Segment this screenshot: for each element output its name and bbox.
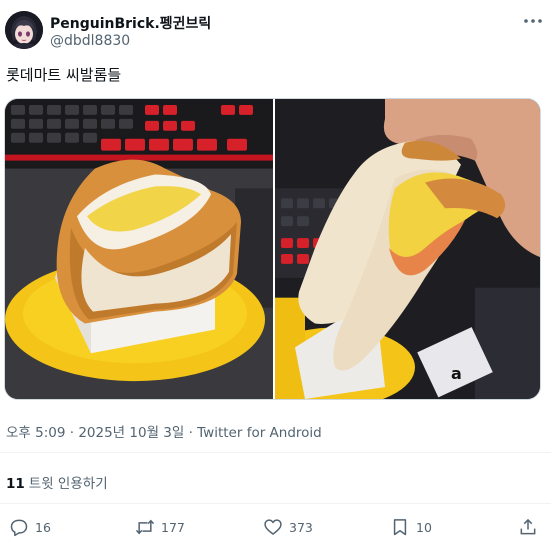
tweet-timestamp[interactable]: 오후 5:09 · 2025년 10월 3일 · Twitter for And… (6, 421, 322, 441)
author-handle[interactable]: @dbdl8830 (50, 33, 130, 49)
more-options-button[interactable] (522, 12, 544, 30)
share-icon (520, 518, 536, 535)
tweet-actions: 16 177 373 10 (0, 509, 551, 549)
avatar[interactable] (5, 11, 43, 49)
svg-text:a: a (451, 364, 462, 383)
reply-icon (10, 519, 28, 537)
divider (0, 503, 551, 504)
media-grid: a (4, 98, 541, 400)
quote-tweets-link[interactable]: 11 트윗 인용하기 (6, 472, 108, 492)
share-button[interactable] (518, 517, 544, 537)
anime-avatar-icon (5, 11, 43, 49)
retweet-button[interactable]: 177 (135, 517, 185, 537)
like-count: 373 (289, 519, 313, 535)
reply-button[interactable]: 16 (9, 517, 51, 537)
quote-label: 트윗 인용하기 (28, 476, 108, 492)
bookmark-count: 10 (416, 519, 432, 535)
divider (0, 452, 551, 453)
sandwich-photo-right[interactable]: a (275, 99, 540, 399)
reply-count: 16 (35, 519, 51, 535)
bookmark-button[interactable]: 10 (390, 517, 432, 537)
heart-icon (264, 519, 282, 535)
quote-count: 11 (6, 476, 25, 492)
tweet-text: 롯데마트 씨발롬들 (6, 66, 122, 84)
retweet-count: 177 (161, 519, 185, 535)
sandwich-photo-left[interactable] (5, 99, 273, 399)
author-display-name[interactable]: PenguinBrick.펭귄브릭 (50, 13, 211, 33)
retweet-icon (135, 519, 155, 535)
bookmark-icon (393, 519, 407, 536)
like-button[interactable]: 373 (263, 517, 313, 537)
more-icon (524, 19, 542, 23)
